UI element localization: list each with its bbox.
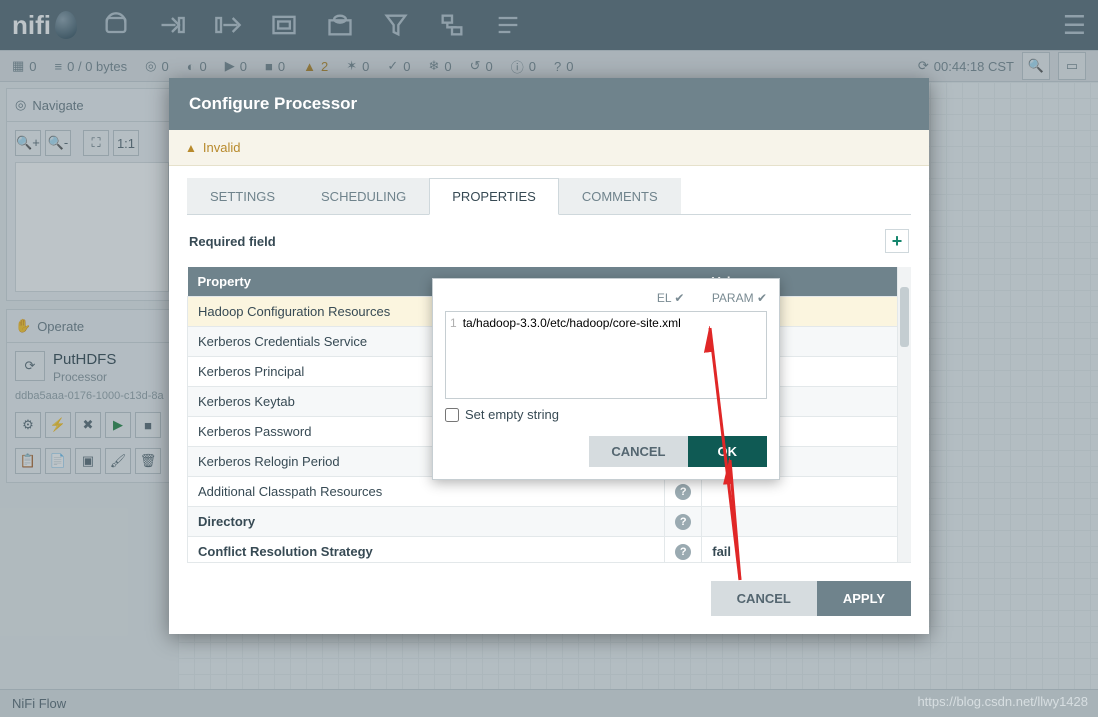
apply-button[interactable]: APPLY	[817, 581, 911, 616]
help-icon[interactable]: ?	[675, 514, 691, 530]
value-input[interactable]: 1ta/hadoop-3.3.0/etc/hadoop/core-site.xm…	[445, 311, 767, 399]
popup-ok-button[interactable]: OK	[688, 436, 768, 467]
invalid-banner: Invalid	[169, 130, 929, 166]
table-row[interactable]: Conflict Resolution Strategy?fail	[188, 537, 911, 564]
help-icon[interactable]: ?	[675, 484, 691, 500]
help-icon[interactable]: ?	[675, 544, 691, 560]
param-indicator: PARAM ✔	[700, 291, 767, 305]
line-number: 1	[450, 316, 457, 330]
set-empty-checkbox[interactable]: Set empty string	[445, 407, 767, 422]
table-row[interactable]: Directory?	[188, 507, 911, 537]
tab-scheduling[interactable]: SCHEDULING	[298, 178, 429, 214]
popup-cancel-button[interactable]: CANCEL	[589, 436, 687, 467]
el-indicator: EL ✔	[645, 291, 685, 305]
table-row[interactable]: Additional Classpath Resources?	[188, 477, 911, 507]
table-scrollbar[interactable]	[897, 267, 911, 562]
tab-comments[interactable]: COMMENTS	[559, 178, 681, 214]
watermark-text: https://blog.csdn.net/llwy1428	[917, 694, 1088, 709]
dialog-tabs: SETTINGS SCHEDULING PROPERTIES COMMENTS	[187, 178, 911, 215]
add-property-button[interactable]: +	[885, 229, 909, 253]
value-editor-popup: EL ✔ PARAM ✔ 1ta/hadoop-3.3.0/etc/hadoop…	[432, 278, 780, 480]
required-label: Required field	[189, 234, 276, 249]
dialog-title: Configure Processor	[169, 78, 929, 130]
tab-settings[interactable]: SETTINGS	[187, 178, 298, 214]
value-editor-meta: EL ✔ PARAM ✔	[445, 291, 767, 305]
tab-properties[interactable]: PROPERTIES	[429, 178, 559, 215]
cancel-button[interactable]: CANCEL	[711, 581, 817, 616]
